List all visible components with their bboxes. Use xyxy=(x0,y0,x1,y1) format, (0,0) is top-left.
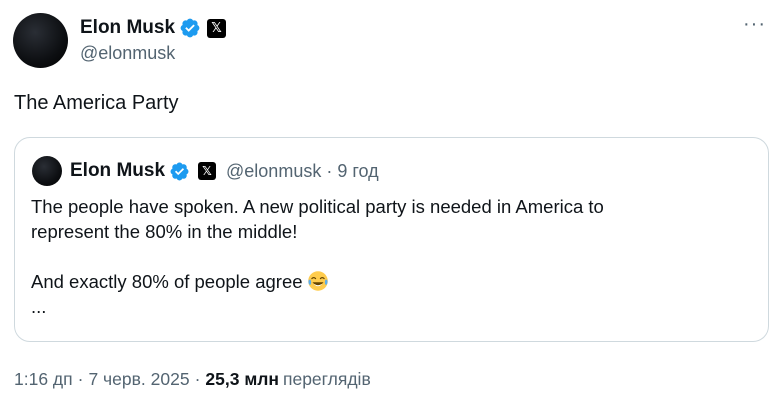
more-options-icon[interactable]: ··· xyxy=(743,14,766,34)
tweet-meta: 1:16 дп · 7 черв. 2025 · 25,3 млн перегл… xyxy=(14,369,371,390)
x-logo-icon: 𝕏 xyxy=(207,18,227,38)
tweet-text: The America Party xyxy=(14,92,179,114)
tears-of-joy-emoji xyxy=(307,271,328,291)
views-label: переглядів xyxy=(282,369,371,389)
views-count[interactable]: 25,3 млн xyxy=(205,369,279,390)
quoted-text-line: The people have spoken. A new political … xyxy=(31,196,604,217)
quoted-author-handle: @elonmusk xyxy=(226,160,322,181)
quoted-text-ellipsis: ... xyxy=(31,296,47,317)
quoted-tweet-text: The people have spoken. A new political … xyxy=(31,194,751,319)
author-block: Elon Musk 𝕏 @elonmusk xyxy=(80,15,227,64)
separator-dot: · xyxy=(194,369,201,389)
tweet-time[interactable]: 1:16 дп xyxy=(14,369,73,390)
quoted-text-line: And exactly 80% of people agree xyxy=(31,269,751,294)
verified-badge-icon[interactable] xyxy=(179,17,201,39)
x-logo-icon: 𝕏 xyxy=(198,162,217,180)
quoted-author-avatar xyxy=(32,156,62,186)
author-avatar[interactable] xyxy=(13,13,68,68)
quoted-text-span: And exactly 80% of people agree xyxy=(31,271,303,292)
tweet-date[interactable]: 7 черв. 2025 xyxy=(88,369,189,390)
author-name[interactable]: Elon Musk xyxy=(80,17,175,39)
separator-dot: · xyxy=(326,160,333,181)
quoted-text-line: represent the 80% in the middle! xyxy=(31,221,298,242)
author-name-row: Elon Musk 𝕏 xyxy=(80,15,227,41)
separator-dot: · xyxy=(77,369,84,389)
verified-badge-icon xyxy=(170,162,189,180)
quoted-tweet[interactable]: Elon Musk 𝕏 @elonmusk · 9 год The people… xyxy=(14,137,769,342)
author-handle[interactable]: @elonmusk xyxy=(80,43,226,64)
quoted-tweet-time: 9 год xyxy=(337,160,379,181)
quoted-tweet-header: Elon Musk 𝕏 @elonmusk · 9 год xyxy=(70,157,379,185)
quoted-author-name: Elon Musk xyxy=(70,160,166,181)
